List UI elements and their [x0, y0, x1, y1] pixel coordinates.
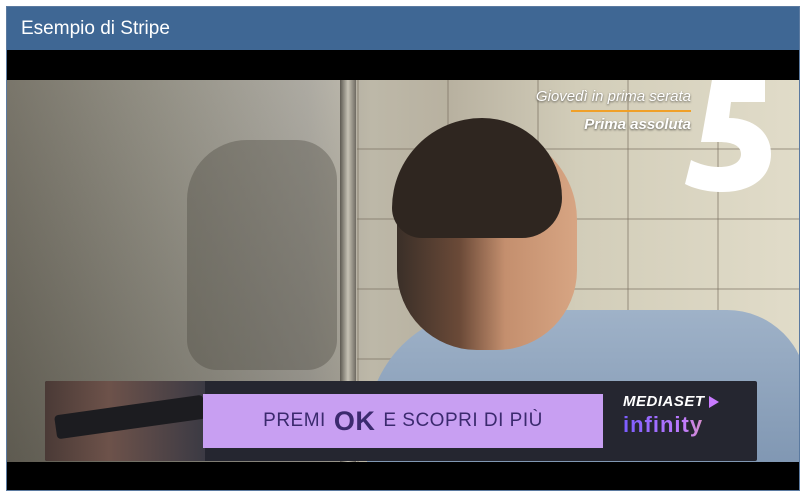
cta-prefix: PREMI — [263, 410, 326, 431]
cta-button[interactable]: PREMI OK E SCOPRI DI PIÙ — [203, 394, 603, 448]
promo-line-2: Prima assoluta — [584, 116, 691, 133]
canale5-logo-icon — [685, 80, 771, 192]
play-icon — [708, 395, 719, 408]
brand-bottom-text: infinity — [623, 412, 743, 438]
promo-overlay: Giovedì in prima serata Prima assoluta — [513, 80, 783, 192]
hand-with-remote-image — [45, 381, 206, 461]
cta-suffix: E SCOPRI DI PIÙ — [383, 410, 543, 431]
promo-rule — [571, 110, 691, 112]
window-title: Esempio di Stripe — [7, 7, 799, 50]
brand-top-text: MEDIASET — [623, 393, 705, 410]
stripe-example-window: Esempio di Stripe Giovedì in prima serat… — [6, 6, 800, 491]
remote-icon — [54, 394, 206, 440]
video-frame: Giovedì in prima serata Prima assoluta P… — [7, 80, 799, 462]
reflection — [187, 140, 337, 370]
video-player[interactable]: Giovedì in prima serata Prima assoluta P… — [7, 50, 799, 490]
mediaset-infinity-logo: MEDIASET infinity — [623, 393, 743, 451]
promo-line-1: Giovedì in prima serata — [535, 88, 691, 105]
cta-ok-key: OK — [333, 405, 376, 436]
interactive-banner[interactable]: PREMI OK E SCOPRI DI PIÙ MEDIASET infini… — [45, 381, 757, 461]
